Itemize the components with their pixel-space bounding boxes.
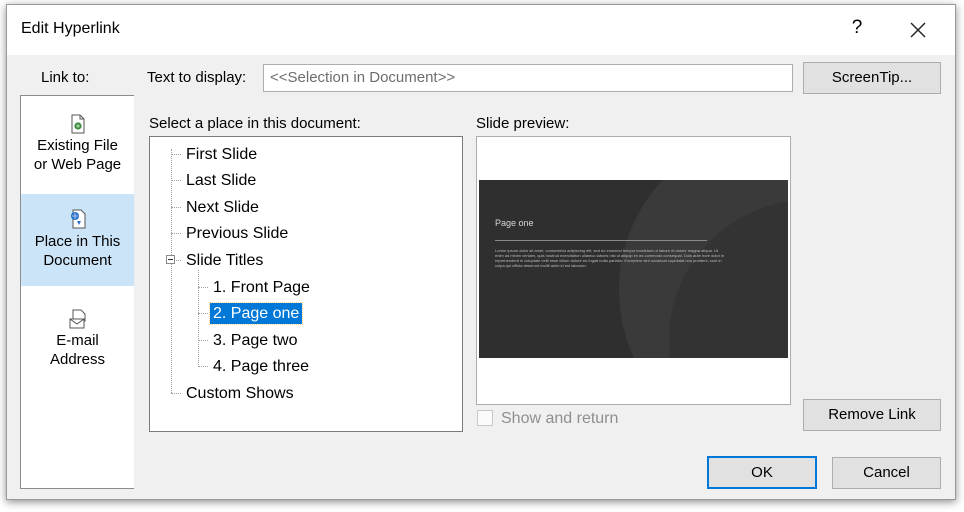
- cancel-button[interactable]: Cancel: [832, 457, 941, 489]
- link-existing-file-label-2: or Web Page: [33, 156, 122, 173]
- edit-hyperlink-dialog: Edit Hyperlink ? Link to: Existing File …: [6, 4, 956, 500]
- show-and-return-checkbox[interactable]: [477, 410, 493, 426]
- link-existing-file-label-1: Existing File: [37, 137, 118, 154]
- link-email-label-1: E-mail: [56, 332, 99, 349]
- tree-line: [171, 207, 181, 208]
- text-to-display-label: Text to display:: [147, 69, 247, 86]
- tree-item-page-two[interactable]: 3. Page two: [210, 330, 301, 351]
- text-to-display-input[interactable]: <<Selection in Document>>: [263, 64, 793, 92]
- close-button[interactable]: [903, 15, 933, 45]
- tree-line: [198, 340, 208, 341]
- slide-thumbnail: Page one Lorem ipsum dolor sit amet, con…: [479, 180, 788, 358]
- tree-line: [171, 149, 172, 393]
- link-existing-file[interactable]: Existing File or Web Page: [21, 114, 134, 186]
- link-email-label-2: Address: [49, 351, 106, 368]
- link-email-address[interactable]: E-mail Address: [21, 309, 134, 381]
- tree-item-previous-slide[interactable]: Previous Slide: [183, 223, 291, 244]
- title-bar: Edit Hyperlink ?: [7, 5, 955, 55]
- slide-background-shape: [479, 180, 788, 358]
- tree-item-slide-titles[interactable]: Slide Titles: [183, 250, 266, 271]
- tree-line: [198, 313, 208, 314]
- tree-item-page-three[interactable]: 4. Page three: [210, 356, 312, 377]
- link-to-label: Link to:: [41, 69, 90, 86]
- screentip-button[interactable]: ScreenTip...: [803, 62, 941, 94]
- tree-line: [171, 233, 181, 234]
- collapse-slide-titles-toggle[interactable]: [166, 255, 175, 264]
- tree-item-custom-shows[interactable]: Custom Shows: [183, 383, 297, 404]
- slide-preview-label: Slide preview:: [476, 115, 570, 132]
- tree-item-page-one[interactable]: 2. Page one: [208, 302, 304, 325]
- link-to-bar: Existing File or Web Page Place in This …: [20, 95, 134, 489]
- tree-line: [198, 287, 208, 288]
- tree-item-first-slide[interactable]: First Slide: [183, 144, 260, 165]
- ok-button[interactable]: OK: [707, 456, 817, 489]
- minus-icon: [168, 259, 173, 260]
- tree-item-last-slide[interactable]: Last Slide: [183, 170, 259, 191]
- email-address-icon: [69, 309, 85, 329]
- slide-body-text: Lorem ipsum dolor sit amet, consectetur …: [495, 248, 725, 268]
- link-place-in-document[interactable]: Place in This Document: [21, 194, 134, 286]
- slide-divider: [495, 240, 707, 241]
- show-and-return-label: Show and return: [501, 410, 619, 427]
- remove-link-button[interactable]: Remove Link: [803, 399, 941, 431]
- dialog-title: Edit Hyperlink: [21, 20, 120, 37]
- link-place-label-1: Place in This: [34, 233, 121, 250]
- place-in-document-icon: [70, 209, 85, 229]
- slide-preview: Page one Lorem ipsum dolor sit amet, con…: [476, 136, 791, 405]
- place-tree[interactable]: First Slide Last Slide Next Slide Previo…: [149, 136, 463, 432]
- tree-line: [198, 270, 199, 367]
- tree-line: [171, 180, 181, 181]
- tree-line: [198, 366, 208, 367]
- close-icon: [910, 22, 926, 38]
- slide-title: Page one: [495, 218, 534, 228]
- tree-item-front-page[interactable]: 1. Front Page: [210, 277, 313, 298]
- tree-line: [176, 260, 181, 261]
- select-place-label: Select a place in this document:: [149, 115, 361, 132]
- link-place-label-2: Document: [43, 252, 112, 269]
- help-button[interactable]: ?: [845, 17, 869, 39]
- tree-item-next-slide[interactable]: Next Slide: [183, 197, 262, 218]
- existing-file-icon: [71, 114, 84, 134]
- tree-line: [171, 154, 181, 155]
- tree-line: [171, 393, 181, 394]
